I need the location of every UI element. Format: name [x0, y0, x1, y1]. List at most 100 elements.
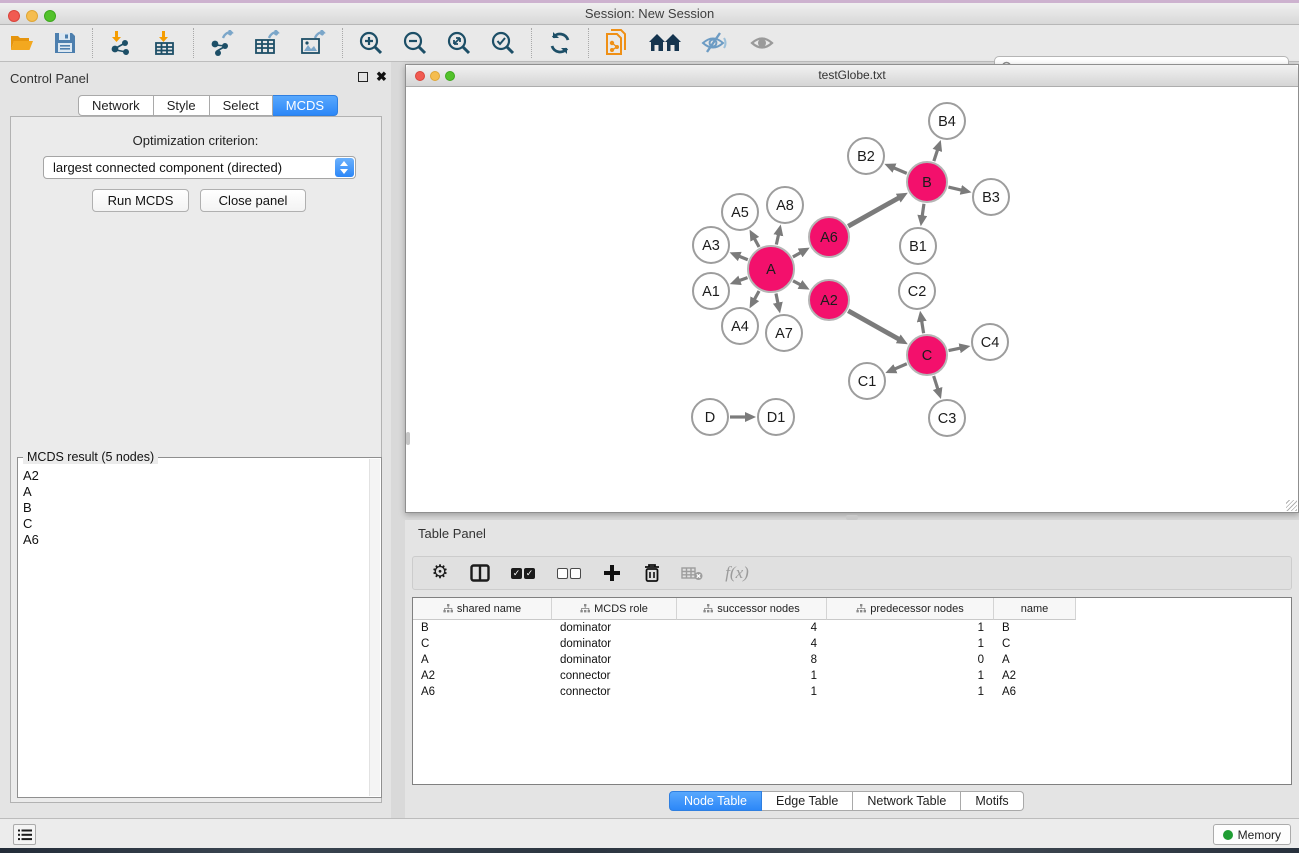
node-B4[interactable]: B4: [929, 103, 965, 139]
maximize-network-window-button[interactable]: [445, 71, 455, 81]
zoom-out-icon[interactable]: [393, 26, 437, 60]
delete-table-icon[interactable]: [679, 560, 705, 586]
tab-motifs[interactable]: Motifs: [961, 791, 1023, 811]
column-header-name[interactable]: name: [994, 598, 1076, 620]
node-A[interactable]: A: [748, 246, 794, 292]
edge-A-A3[interactable]: [739, 256, 748, 260]
close-panel-button[interactable]: Close panel: [200, 189, 306, 212]
edge-B-B1[interactable]: [922, 204, 924, 217]
column-header-MCDS-role[interactable]: MCDS role: [552, 598, 677, 620]
column-header-successor-nodes[interactable]: successor nodes: [677, 598, 827, 620]
close-panel-icon[interactable]: ✖: [376, 72, 387, 82]
node-C3[interactable]: C3: [929, 400, 965, 436]
edge-A-A7[interactable]: [776, 293, 778, 303]
node-A4[interactable]: A4: [722, 308, 758, 344]
new-session-from-network-icon[interactable]: [595, 26, 639, 60]
close-network-window-button[interactable]: [415, 71, 425, 81]
tab-mcds[interactable]: MCDS: [273, 95, 338, 116]
edge-A2-C[interactable]: [848, 311, 899, 340]
edge-B-B4[interactable]: [934, 150, 938, 162]
float-panel-icon[interactable]: [358, 72, 368, 82]
node-A2[interactable]: A2: [809, 280, 849, 320]
node-B1[interactable]: B1: [900, 228, 936, 264]
minimize-network-window-button[interactable]: [430, 71, 440, 81]
import-table-icon[interactable]: [143, 26, 187, 60]
minimize-window-button[interactable]: [26, 10, 38, 22]
edge-A-A6[interactable]: [793, 252, 801, 256]
import-network-icon[interactable]: [99, 26, 143, 60]
table-row[interactable]: Bdominator41B: [413, 620, 1291, 636]
show-panels-list-button[interactable]: [13, 824, 36, 845]
zoom-in-icon[interactable]: [349, 26, 393, 60]
export-network-icon[interactable]: [200, 26, 244, 60]
open-folder-icon[interactable]: [0, 26, 44, 60]
tab-node-table[interactable]: Node Table: [669, 791, 762, 811]
mcds-result-scrollbar[interactable]: [369, 459, 380, 796]
node-table[interactable]: shared nameMCDS rolesuccessor nodesprede…: [412, 597, 1292, 785]
home-icon[interactable]: [639, 26, 691, 60]
node-A5[interactable]: A5: [722, 194, 758, 230]
node-B2[interactable]: B2: [848, 138, 884, 174]
edge-B-B3[interactable]: [948, 187, 961, 190]
column-header-shared-name[interactable]: shared name: [413, 598, 552, 620]
edge-C-C2[interactable]: [922, 321, 924, 334]
node-C4[interactable]: C4: [972, 324, 1008, 360]
show-all-icon[interactable]: [739, 26, 787, 60]
maximize-window-button[interactable]: [44, 10, 56, 22]
run-mcds-button[interactable]: Run MCDS: [92, 189, 189, 212]
edge-A-A2[interactable]: [793, 281, 801, 285]
window-resize-grip[interactable]: [1286, 500, 1297, 511]
refresh-icon[interactable]: [538, 26, 582, 60]
mcds-result-item[interactable]: B: [23, 500, 369, 516]
edge-C-C4[interactable]: [949, 348, 961, 350]
function-builder-icon[interactable]: f(x): [719, 560, 755, 586]
node-A6[interactable]: A6: [809, 217, 849, 257]
node-B[interactable]: B: [907, 162, 947, 202]
edge-C-C1[interactable]: [895, 364, 907, 369]
edge-B-B2[interactable]: [894, 168, 907, 174]
network-window-titlebar[interactable]: testGlobe.txt: [406, 65, 1298, 87]
gear-icon[interactable]: ⚙: [427, 560, 453, 586]
mcds-result-list[interactable]: A2ABCA6: [19, 461, 369, 796]
close-window-button[interactable]: [8, 10, 20, 22]
edge-A-A8[interactable]: [776, 234, 778, 244]
table-row[interactable]: Adominator80A: [413, 652, 1291, 668]
optimization-criterion-select[interactable]: largest connected component (directed): [43, 156, 356, 179]
node-A1[interactable]: A1: [693, 273, 729, 309]
node-A8[interactable]: A8: [767, 187, 803, 223]
select-all-columns-icon[interactable]: ✓✓: [507, 560, 539, 586]
zoom-selected-icon[interactable]: [481, 26, 525, 60]
hide-selected-icon[interactable]: [691, 26, 739, 60]
node-D1[interactable]: D1: [758, 399, 794, 435]
zoom-fit-icon[interactable]: [437, 26, 481, 60]
node-C[interactable]: C: [907, 335, 947, 375]
tab-network-table[interactable]: Network Table: [853, 791, 961, 811]
mcds-result-item[interactable]: C: [23, 516, 369, 532]
edge-C-C3[interactable]: [934, 376, 938, 389]
mcds-result-item[interactable]: A: [23, 484, 369, 500]
export-table-icon[interactable]: [244, 26, 290, 60]
edge-A-A4[interactable]: [754, 291, 759, 300]
table-row[interactable]: A2connector11A2: [413, 668, 1291, 684]
node-A7[interactable]: A7: [766, 315, 802, 351]
node-C1[interactable]: C1: [849, 363, 885, 399]
tab-style[interactable]: Style: [154, 95, 210, 116]
network-vertical-scrollbar-thumb[interactable]: [406, 432, 410, 445]
table-row[interactable]: Cdominator41C: [413, 636, 1291, 652]
split-view-icon[interactable]: [467, 560, 493, 586]
delete-column-icon[interactable]: [639, 560, 665, 586]
memory-button[interactable]: Memory: [1213, 824, 1291, 845]
edge-A6-B[interactable]: [848, 198, 899, 227]
mcds-result-item[interactable]: A6: [23, 532, 369, 548]
add-column-icon[interactable]: [599, 560, 625, 586]
network-canvas[interactable]: AA1A2A3A4A5A6A7A8BB1B2B3B4CC1C2C3C4DD1: [406, 87, 1298, 512]
table-row[interactable]: A6connector11A6: [413, 684, 1291, 700]
node-B3[interactable]: B3: [973, 179, 1009, 215]
node-D[interactable]: D: [692, 399, 728, 435]
export-image-icon[interactable]: [290, 26, 336, 60]
node-A3[interactable]: A3: [693, 227, 729, 263]
tab-network[interactable]: Network: [78, 95, 154, 116]
mcds-result-item[interactable]: A2: [23, 468, 369, 484]
save-icon[interactable]: [44, 26, 86, 60]
tab-select[interactable]: Select: [210, 95, 273, 116]
